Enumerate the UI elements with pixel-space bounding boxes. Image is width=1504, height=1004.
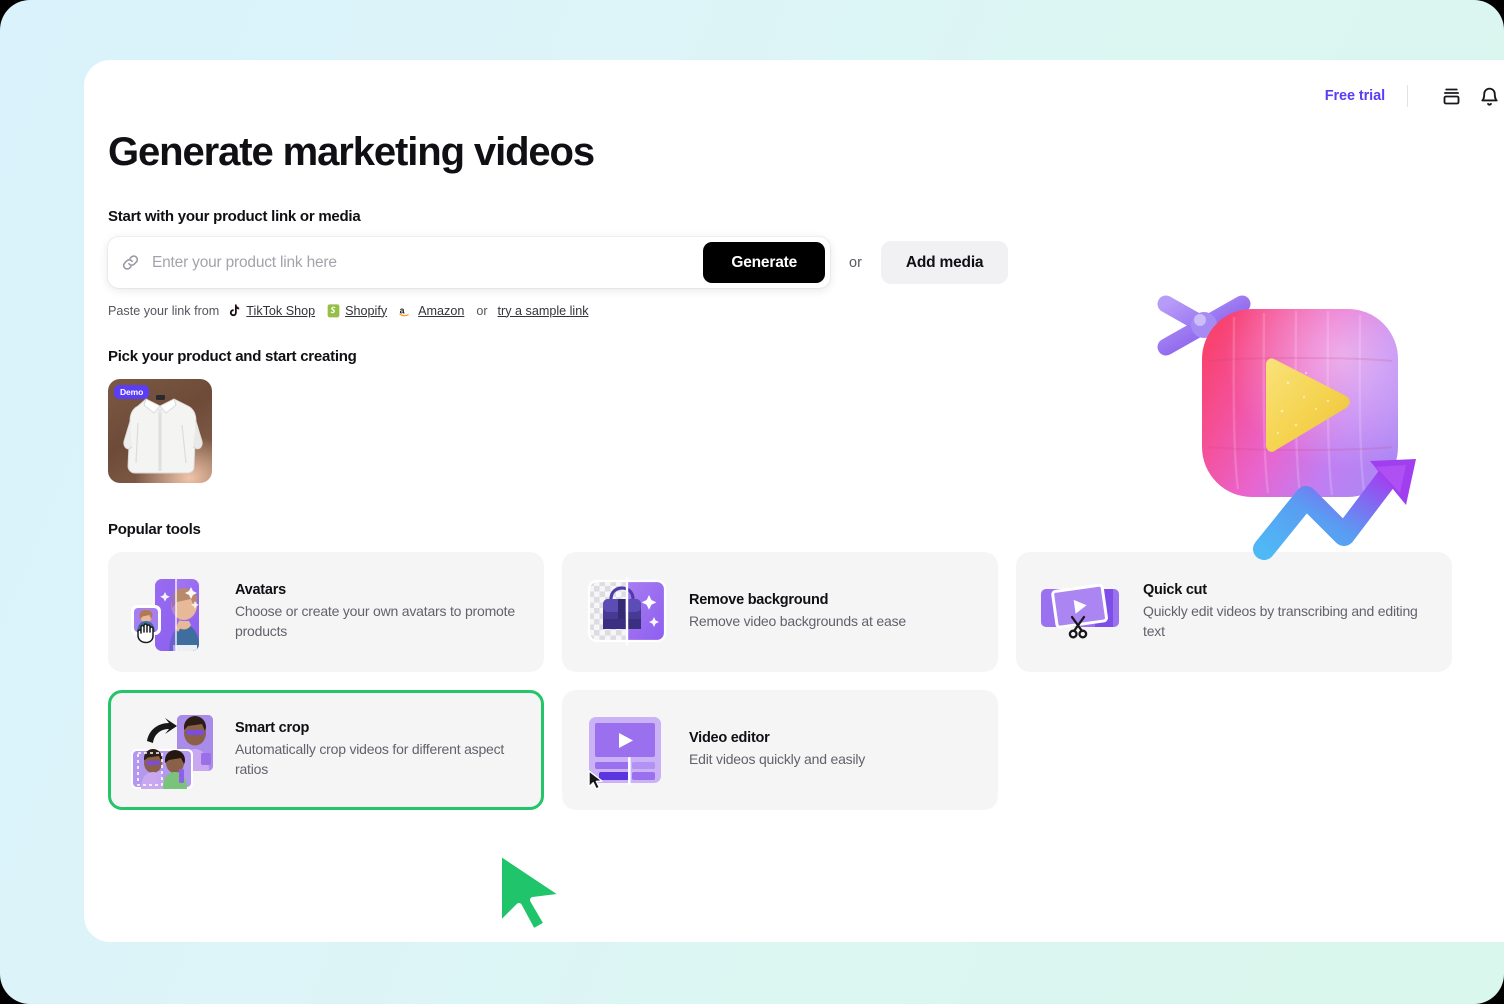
tool-description: Remove video backgrounds at ease — [689, 613, 906, 630]
avatars-thumbnail — [129, 575, 219, 651]
remove-background-thumbnail — [583, 575, 673, 649]
source-amazon-label[interactable]: Amazon — [418, 304, 464, 318]
tiktok-icon — [230, 304, 240, 316]
curved-arrow-icon — [147, 718, 177, 743]
tool-card-avatars[interactable]: Avatars Choose or create your own avatar… — [108, 552, 544, 672]
product-link-row: Generate or Add media — [108, 237, 1504, 288]
source-tiktok-shop[interactable]: TikTok Shop — [228, 304, 315, 318]
demo-badge: Demo — [114, 385, 150, 399]
svg-text:a: a — [400, 305, 405, 315]
popular-tools-row-2: Smart crop Automatically crop videos for… — [108, 690, 1504, 810]
avatars-text: Avatars Choose or create your own avatar… — [235, 582, 523, 642]
page-title: Generate marketing videos — [108, 130, 595, 174]
product-section-label: Pick your product and start creating — [108, 348, 357, 365]
smart-crop-thumbnail — [129, 713, 219, 789]
video-editor-thumbnail — [583, 713, 673, 790]
product-link-field[interactable]: Generate — [108, 237, 830, 288]
remove-background-text: Remove background Remove video backgroun… — [689, 592, 977, 632]
main-content: Generate marketing videos Start with you… — [108, 132, 1504, 810]
tools-section-label: Popular tools — [108, 521, 201, 538]
source-amazon[interactable]: a Amazon — [399, 304, 464, 318]
paste-link-sources-row: Paste your link from TikTok Shop Shopify — [108, 303, 1504, 318]
app-window: Free trial Generate marketing videos Sta… — [84, 60, 1504, 942]
amazon-icon: a — [399, 305, 409, 316]
tool-description: Automatically crop videos for different … — [235, 741, 505, 777]
generate-button[interactable]: Generate — [703, 242, 825, 283]
or-separator-label: or — [849, 254, 862, 271]
smart-crop-text: Smart crop Automatically crop videos for… — [235, 720, 523, 780]
source-shopify-label[interactable]: Shopify — [345, 304, 387, 318]
popular-tools-row-1: Avatars Choose or create your own avatar… — [108, 552, 1504, 672]
tool-title: Video editor — [689, 730, 770, 747]
search-input[interactable] — [152, 237, 704, 288]
bell-icon — [1480, 87, 1498, 106]
tool-title: Remove background — [689, 592, 829, 609]
tool-card-quick-cut[interactable]: Quick cut Quickly edit videos by transcr… — [1016, 552, 1452, 672]
start-section-label: Start with your product link or media — [108, 208, 361, 225]
tool-title: Smart crop — [235, 720, 310, 737]
tool-card-smart-crop[interactable]: Smart crop Automatically crop videos for… — [108, 690, 544, 810]
source-shopify[interactable]: Shopify — [327, 303, 387, 318]
free-trial-link[interactable]: Free trial — [1325, 88, 1385, 104]
paste-row-or-label: or — [476, 303, 488, 318]
paste-from-label: Paste your link from — [108, 303, 220, 318]
tool-description: Edit videos quickly and easily — [689, 751, 866, 768]
page-backdrop: Free trial Generate marketing videos Sta… — [0, 0, 1504, 1004]
product-thumbnail-demo[interactable]: Demo — [108, 379, 212, 483]
quick-cut-thumbnail — [1037, 575, 1127, 649]
add-media-button[interactable]: Add media — [880, 241, 1009, 284]
notifications-button[interactable] — [1474, 81, 1504, 111]
tool-card-video-editor[interactable]: Video editor Edit videos quickly and eas… — [562, 690, 998, 810]
quick-cut-text: Quick cut Quickly edit videos by transcr… — [1143, 582, 1431, 642]
video-editor-text: Video editor Edit videos quickly and eas… — [689, 730, 977, 770]
link-icon — [108, 237, 152, 288]
shopify-icon — [327, 304, 340, 318]
tools-grid-empty-slot — [1016, 690, 1452, 810]
source-tiktok-shop-label[interactable]: TikTok Shop — [246, 304, 315, 318]
tool-card-remove-background[interactable]: Remove background Remove video backgroun… — [562, 552, 998, 672]
header-divider — [1407, 85, 1408, 107]
app-header: Free trial — [84, 60, 1504, 132]
inbox-button[interactable] — [1436, 81, 1466, 111]
tool-description: Choose or create your own avatars to pro… — [235, 603, 515, 639]
tool-title: Avatars — [235, 582, 286, 599]
try-sample-link[interactable]: try a sample link — [498, 304, 589, 318]
tool-description: Quickly edit videos by transcribing and … — [1143, 603, 1418, 639]
inbox-icon — [1443, 88, 1459, 104]
tool-title: Quick cut — [1143, 582, 1207, 599]
